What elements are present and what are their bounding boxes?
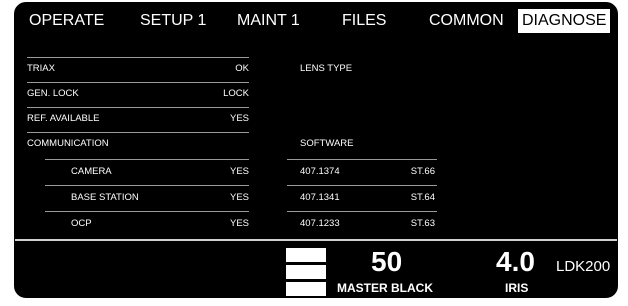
divider (27, 57, 249, 58)
ref-available-value: YES (229, 113, 249, 124)
master-black-value: 50 (371, 246, 403, 277)
lens-type-label: LENS TYPE (300, 63, 353, 74)
soft-key-3[interactable] (285, 281, 327, 297)
camera-software-version: 407.1374 (300, 166, 340, 177)
divider (27, 132, 249, 133)
tab-diagnose[interactable]: DIAGNOSE (518, 9, 611, 33)
tab-setup-1[interactable]: SETUP 1 (140, 9, 206, 33)
divider (45, 185, 249, 186)
divider (45, 211, 249, 212)
camera-value: YES (229, 166, 249, 177)
software-heading: SOFTWARE (300, 138, 354, 149)
base-station-label: BASE STATION (71, 192, 139, 203)
iris-label: IRIS (505, 281, 529, 295)
soft-key-2[interactable] (285, 264, 327, 280)
camera-software-station: ST.66 (410, 166, 435, 177)
iris-value: 4.0 (496, 246, 535, 277)
genlock-label: GEN. LOCK (27, 88, 79, 99)
divider (287, 159, 437, 160)
ref-available-label: REF. AVAILABLE (27, 113, 100, 124)
master-black-label: MASTER BLACK (337, 281, 433, 295)
ocp-label: OCP (71, 218, 92, 229)
camera-label: CAMERA (71, 166, 112, 177)
tab-maint-1[interactable]: MAINT 1 (237, 9, 300, 33)
divider (45, 159, 249, 160)
communication-heading: COMMUNICATION (27, 138, 109, 149)
tab-common[interactable]: COMMON (429, 9, 504, 33)
camera-control-display: OPERATE SETUP 1 MAINT 1 FILES COMMON DIA… (14, 2, 618, 298)
bottom-status-bar: 50 MASTER BLACK 4.0 IRIS LDK200 (15, 239, 617, 297)
triax-label: TRIAX (27, 63, 55, 74)
base-station-software-station: ST.64 (410, 192, 435, 203)
divider (27, 107, 249, 108)
divider (287, 211, 437, 212)
camera-model: LDK200 (556, 258, 611, 275)
triax-value: OK (235, 63, 249, 74)
base-station-software-version: 407.1341 (300, 192, 340, 203)
base-station-value: YES (229, 192, 249, 203)
soft-key-1[interactable] (285, 247, 327, 263)
tab-files[interactable]: FILES (342, 9, 386, 33)
tab-operate[interactable]: OPERATE (29, 9, 104, 33)
menu-tabs: OPERATE SETUP 1 MAINT 1 FILES COMMON DIA… (15, 7, 617, 35)
genlock-value: LOCK (223, 88, 249, 99)
divider (287, 185, 437, 186)
ocp-software-station: ST.63 (410, 218, 435, 229)
divider (27, 82, 249, 83)
ocp-value: YES (229, 218, 249, 229)
ocp-software-version: 407.1233 (300, 218, 340, 229)
diagnose-panel: TRIAX OK GEN. LOCK LOCK REF. AVAILABLE Y… (15, 43, 617, 239)
